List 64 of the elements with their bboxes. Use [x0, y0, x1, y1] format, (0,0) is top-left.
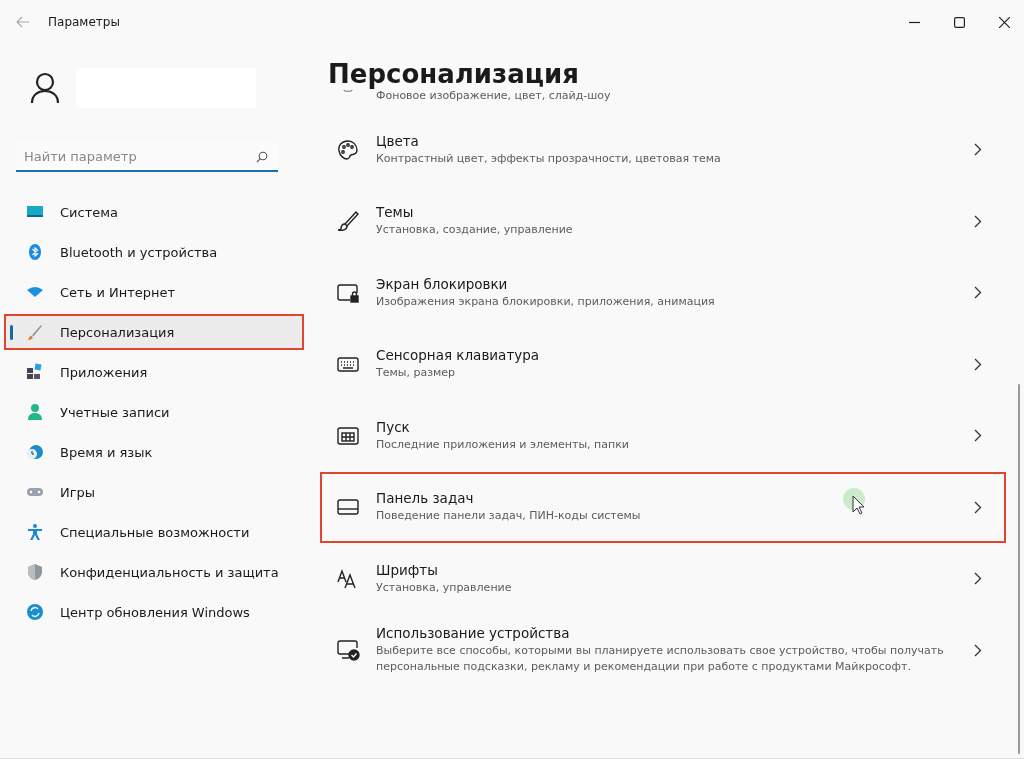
settings-item[interactable]: Цвета Контрастный цвет, эффекты прозрачности, цветовая тема: [320, 114, 1006, 186]
accessibility-icon: [26, 523, 44, 541]
sidebar-item[interactable]: Специальные возможности: [4, 514, 304, 550]
sidebar-item[interactable]: Сеть и Интернет: [4, 274, 304, 310]
item-title: Шрифты: [376, 561, 439, 578]
sidebar-item[interactable]: Bluetooth и устройства: [4, 234, 304, 270]
settings-item[interactable]: Пуск Последние приложения и элементы, папки: [320, 400, 1006, 472]
settings-item[interactable]: Темы Установка, создание, управление: [320, 185, 1006, 257]
item-title: Экран блокировки: [376, 275, 509, 292]
search-icon: [256, 151, 268, 163]
page-title: Персонализация: [328, 58, 580, 90]
item-description: Установка, создание, управление: [376, 222, 574, 239]
chevron-icon: [974, 500, 982, 514]
item-description: Контрастный цвет, эффекты прозрачности, цветовая тема: [376, 150, 722, 167]
shield-icon: [26, 563, 44, 581]
palette-icon: [336, 138, 360, 161]
item-description: Поведение панели задач, ПИН-коды системы: [376, 508, 642, 525]
chevron-icon: [974, 214, 982, 228]
sidebar-item[interactable]: Конфиденциальность и защита: [4, 554, 304, 590]
settings-item[interactable]: Шрифты Установка, управление: [320, 543, 1006, 615]
chevron-icon: [974, 357, 982, 371]
brush-icon: [26, 323, 44, 341]
settings-item[interactable]: Использование устройства Выберите все способы, которыми вы планируете использовать свое устройство, чтобы получать персональные подсказки, рекламу и рекомендации при работе с продуктами Майкрософт.: [320, 614, 1006, 686]
sidebar-item[interactable]: Центр обновления Windows: [4, 594, 304, 630]
start-menu-icon: [336, 424, 360, 447]
chevron-icon: [974, 286, 982, 300]
bluetooth-icon: [26, 243, 44, 261]
item-title: Темы: [376, 204, 415, 221]
sidebar-item[interactable]: Персонализация: [4, 314, 304, 350]
sidebar-item[interactable]: Учетные записи: [4, 394, 304, 430]
device-check-icon: [336, 639, 360, 662]
item-description: Изображения экрана блокировки, приложения, анимация: [376, 293, 716, 310]
apps-icon: [26, 363, 44, 381]
sidebar-item[interactable]: Система: [4, 194, 304, 230]
settings-item[interactable]: Сенсорная клавиатура Темы, размер: [320, 328, 1006, 400]
globe-clock-icon: [26, 443, 44, 461]
item-title: Цвета: [376, 132, 420, 149]
close-icon[interactable]: [999, 16, 1010, 28]
item-description: Темы, размер: [376, 365, 457, 382]
user-avatar-icon: [30, 72, 60, 104]
lock-screen-icon: [336, 281, 360, 304]
item-title: Сенсорная клавиатура: [376, 347, 541, 364]
chevron-icon: [974, 643, 982, 657]
sidebar-item[interactable]: Приложения: [4, 354, 304, 390]
chevron-icon: [974, 143, 982, 157]
brush-icon: [336, 210, 360, 233]
update-icon: [26, 603, 44, 621]
scrollbar[interactable]: [1018, 384, 1020, 754]
settings-item[interactable]: Панель задач Поведение панели задач, ПИН-коды системы: [320, 471, 1006, 543]
item-description: Фоновое изображение, цвет, слайд-шоу: [376, 89, 612, 104]
person-icon: [26, 403, 44, 421]
window-title: Параметры: [48, 15, 120, 29]
sidebar-item[interactable]: Время и язык: [4, 434, 304, 470]
settings-item[interactable]: Экран блокировки Изображения экрана блокировки, приложения, анимация: [320, 257, 1006, 329]
item-description: Установка, управление: [376, 579, 513, 596]
chevron-icon: [974, 572, 982, 586]
chevron-icon: [974, 429, 982, 443]
item-title: Панель задач: [376, 490, 475, 507]
item-title: Пуск: [376, 418, 411, 435]
item-description: Выберите все способы, которыми вы планируете использовать свое устройство, чтобы получать персональные подсказки, рекламу и рекомендации при работе с продуктами Майкрософт.: [376, 643, 945, 676]
sidebar-item[interactable]: Игры: [4, 474, 304, 510]
maximize-icon[interactable]: [954, 16, 965, 28]
item-description: Последние приложения и элементы, папки: [376, 436, 631, 453]
item-title: Использование устройства: [376, 625, 571, 642]
